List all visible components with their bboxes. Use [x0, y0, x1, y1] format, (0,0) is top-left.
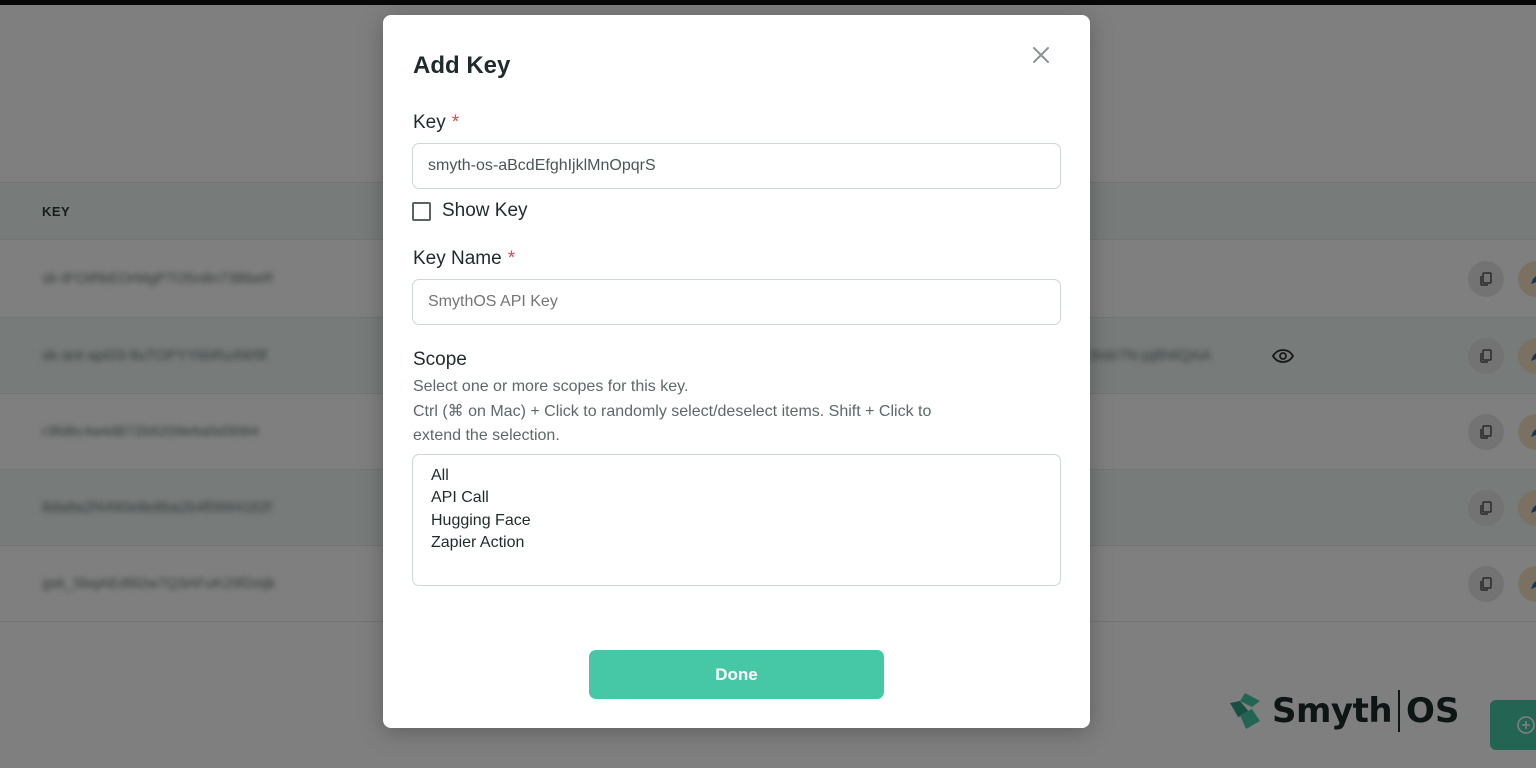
scope-help-line: Ctrl (⌘ on Mac) + Click to randomly sele… — [413, 402, 932, 420]
key-name-label: Key Name * — [413, 248, 515, 270]
key-name-input[interactable] — [412, 279, 1061, 325]
scope-option-zapier-action[interactable]: Zapier Action — [431, 532, 1042, 554]
scope-help: Select one or more scopes for this key. … — [413, 375, 931, 449]
show-key-label[interactable]: Show Key — [442, 200, 528, 222]
key-input[interactable] — [412, 143, 1061, 189]
done-button[interactable]: Done — [589, 650, 884, 699]
scope-help-line: extend the selection. — [413, 427, 560, 444]
scope-option-all[interactable]: All — [431, 465, 1042, 487]
dialog-title: Add Key — [413, 52, 511, 79]
required-mark: * — [507, 248, 516, 269]
key-label-text: Key — [413, 112, 446, 133]
key-name-label-text: Key Name — [413, 248, 502, 269]
show-key-toggle[interactable]: Show Key — [412, 200, 528, 222]
scope-label: Scope — [413, 349, 467, 370]
show-key-checkbox[interactable] — [412, 201, 431, 221]
scope-option-hugging-face[interactable]: Hugging Face — [431, 510, 1042, 532]
scope-multiselect[interactable]: All API Call Hugging Face Zapier Action — [412, 454, 1061, 586]
add-key-dialog: Add Key Key* Show Key Key Name* Scope Se… — [383, 15, 1090, 728]
scope-help-line: Select one or more scopes for this key. — [413, 378, 689, 395]
close-button[interactable] — [1027, 41, 1055, 69]
scope-option-api-call[interactable]: API Call — [431, 487, 1042, 509]
close-icon — [1033, 47, 1049, 63]
required-mark: * — [451, 112, 460, 133]
key-label: Key * — [413, 112, 459, 134]
